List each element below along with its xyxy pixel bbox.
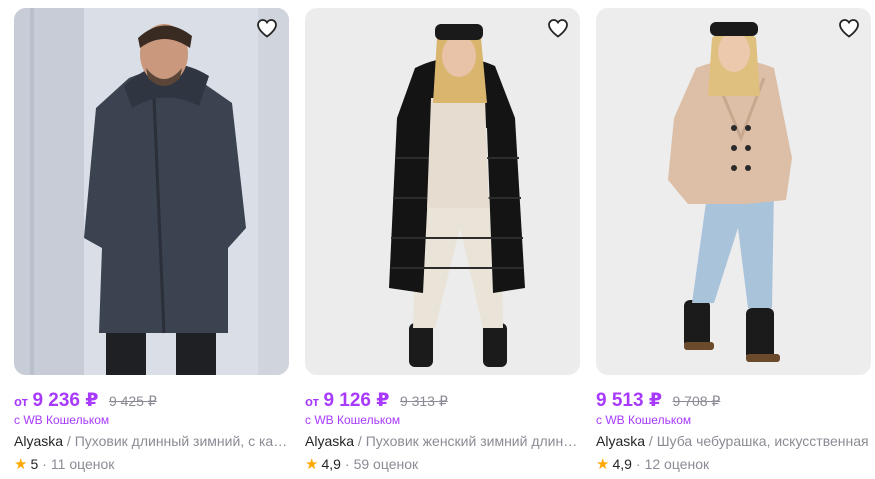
old-price: 9 708 ₽: [672, 393, 721, 409]
current-price: 9 126 ₽: [323, 390, 390, 411]
product-title[interactable]: Alyaska / Шуба чебурашка, искусственная: [596, 433, 871, 449]
product-card[interactable]: 9 513 ₽ 9 708 ₽ с WB Кошельком Alyaska /…: [596, 8, 871, 473]
title-separator: /: [354, 433, 366, 449]
current-price: 9 236 ₽: [32, 390, 99, 411]
rating-row: ★ 5 · 11 оценок: [14, 455, 289, 473]
rating-row: ★ 4,9 · 12 оценок: [596, 455, 871, 473]
brand-name: Alyaska: [596, 433, 646, 449]
title-separator: /: [63, 433, 75, 449]
title-separator: /: [645, 433, 657, 449]
rating-dot: ·: [635, 456, 641, 472]
price-block: 9 513 ₽ 9 708 ₽: [596, 389, 871, 411]
heart-icon: [548, 19, 568, 38]
brand-name: Alyaska: [305, 433, 355, 449]
favorite-button[interactable]: [837, 16, 861, 40]
star-icon: ★: [305, 456, 319, 473]
favorite-button[interactable]: [546, 16, 570, 40]
product-card[interactable]: от 9 126 ₽ 9 313 ₽ с WB Кошельком Alyask…: [305, 8, 580, 473]
price-prefix: от: [14, 394, 28, 409]
heart-icon: [257, 19, 277, 38]
product-title[interactable]: Alyaska / Пуховик женский зимний длинный: [305, 433, 580, 449]
product-title[interactable]: Alyaska / Пуховик длинный зимний, с капю…: [14, 433, 289, 449]
product-name: Пуховик длинный зимний, с капюшоном: [74, 433, 289, 449]
reviews-count: 59 оценок: [353, 456, 419, 472]
wallet-label: с WB Кошельком: [14, 413, 110, 427]
rating-value: 4,9: [321, 456, 341, 472]
favorite-button[interactable]: [255, 16, 279, 40]
star-icon: ★: [596, 456, 610, 473]
brand-name: Alyaska: [14, 433, 64, 449]
rating-dot: ·: [344, 456, 350, 472]
rating-dot: ·: [42, 456, 47, 472]
old-price: 9 425 ₽: [108, 393, 157, 409]
current-price: 9 513 ₽: [596, 390, 663, 411]
rating-value: 4,9: [612, 456, 632, 472]
heart-icon: [839, 19, 859, 38]
reviews-count: 11 оценок: [50, 456, 115, 472]
product-image[interactable]: [305, 8, 580, 375]
product-card[interactable]: от 9 236 ₽ 9 425 ₽ с WB Кошельком Alyask…: [14, 8, 289, 473]
old-price: 9 313 ₽: [399, 393, 448, 409]
product-name: Шуба чебурашка, искусственная: [656, 433, 869, 449]
product-image[interactable]: [14, 8, 289, 375]
product-image[interactable]: [596, 8, 871, 375]
wallet-label: с WB Кошельком: [305, 413, 401, 427]
rating-value: 5: [30, 456, 39, 472]
star-icon: ★: [14, 456, 28, 473]
rating-row: ★ 4,9 · 59 оценок: [305, 455, 580, 473]
wallet-label: с WB Кошельком: [596, 413, 692, 427]
product-photo-man-parka: [14, 8, 289, 375]
product-photo-woman-puffer: [305, 8, 580, 375]
product-photo-woman-fur-coat: [596, 8, 871, 375]
price-block: от 9 236 ₽ 9 425 ₽: [14, 389, 289, 411]
reviews-count: 12 оценок: [644, 456, 710, 472]
product-name: Пуховик женский зимний длинный: [365, 433, 580, 449]
price-prefix: от: [305, 394, 319, 409]
price-block: от 9 126 ₽ 9 313 ₽: [305, 389, 580, 411]
